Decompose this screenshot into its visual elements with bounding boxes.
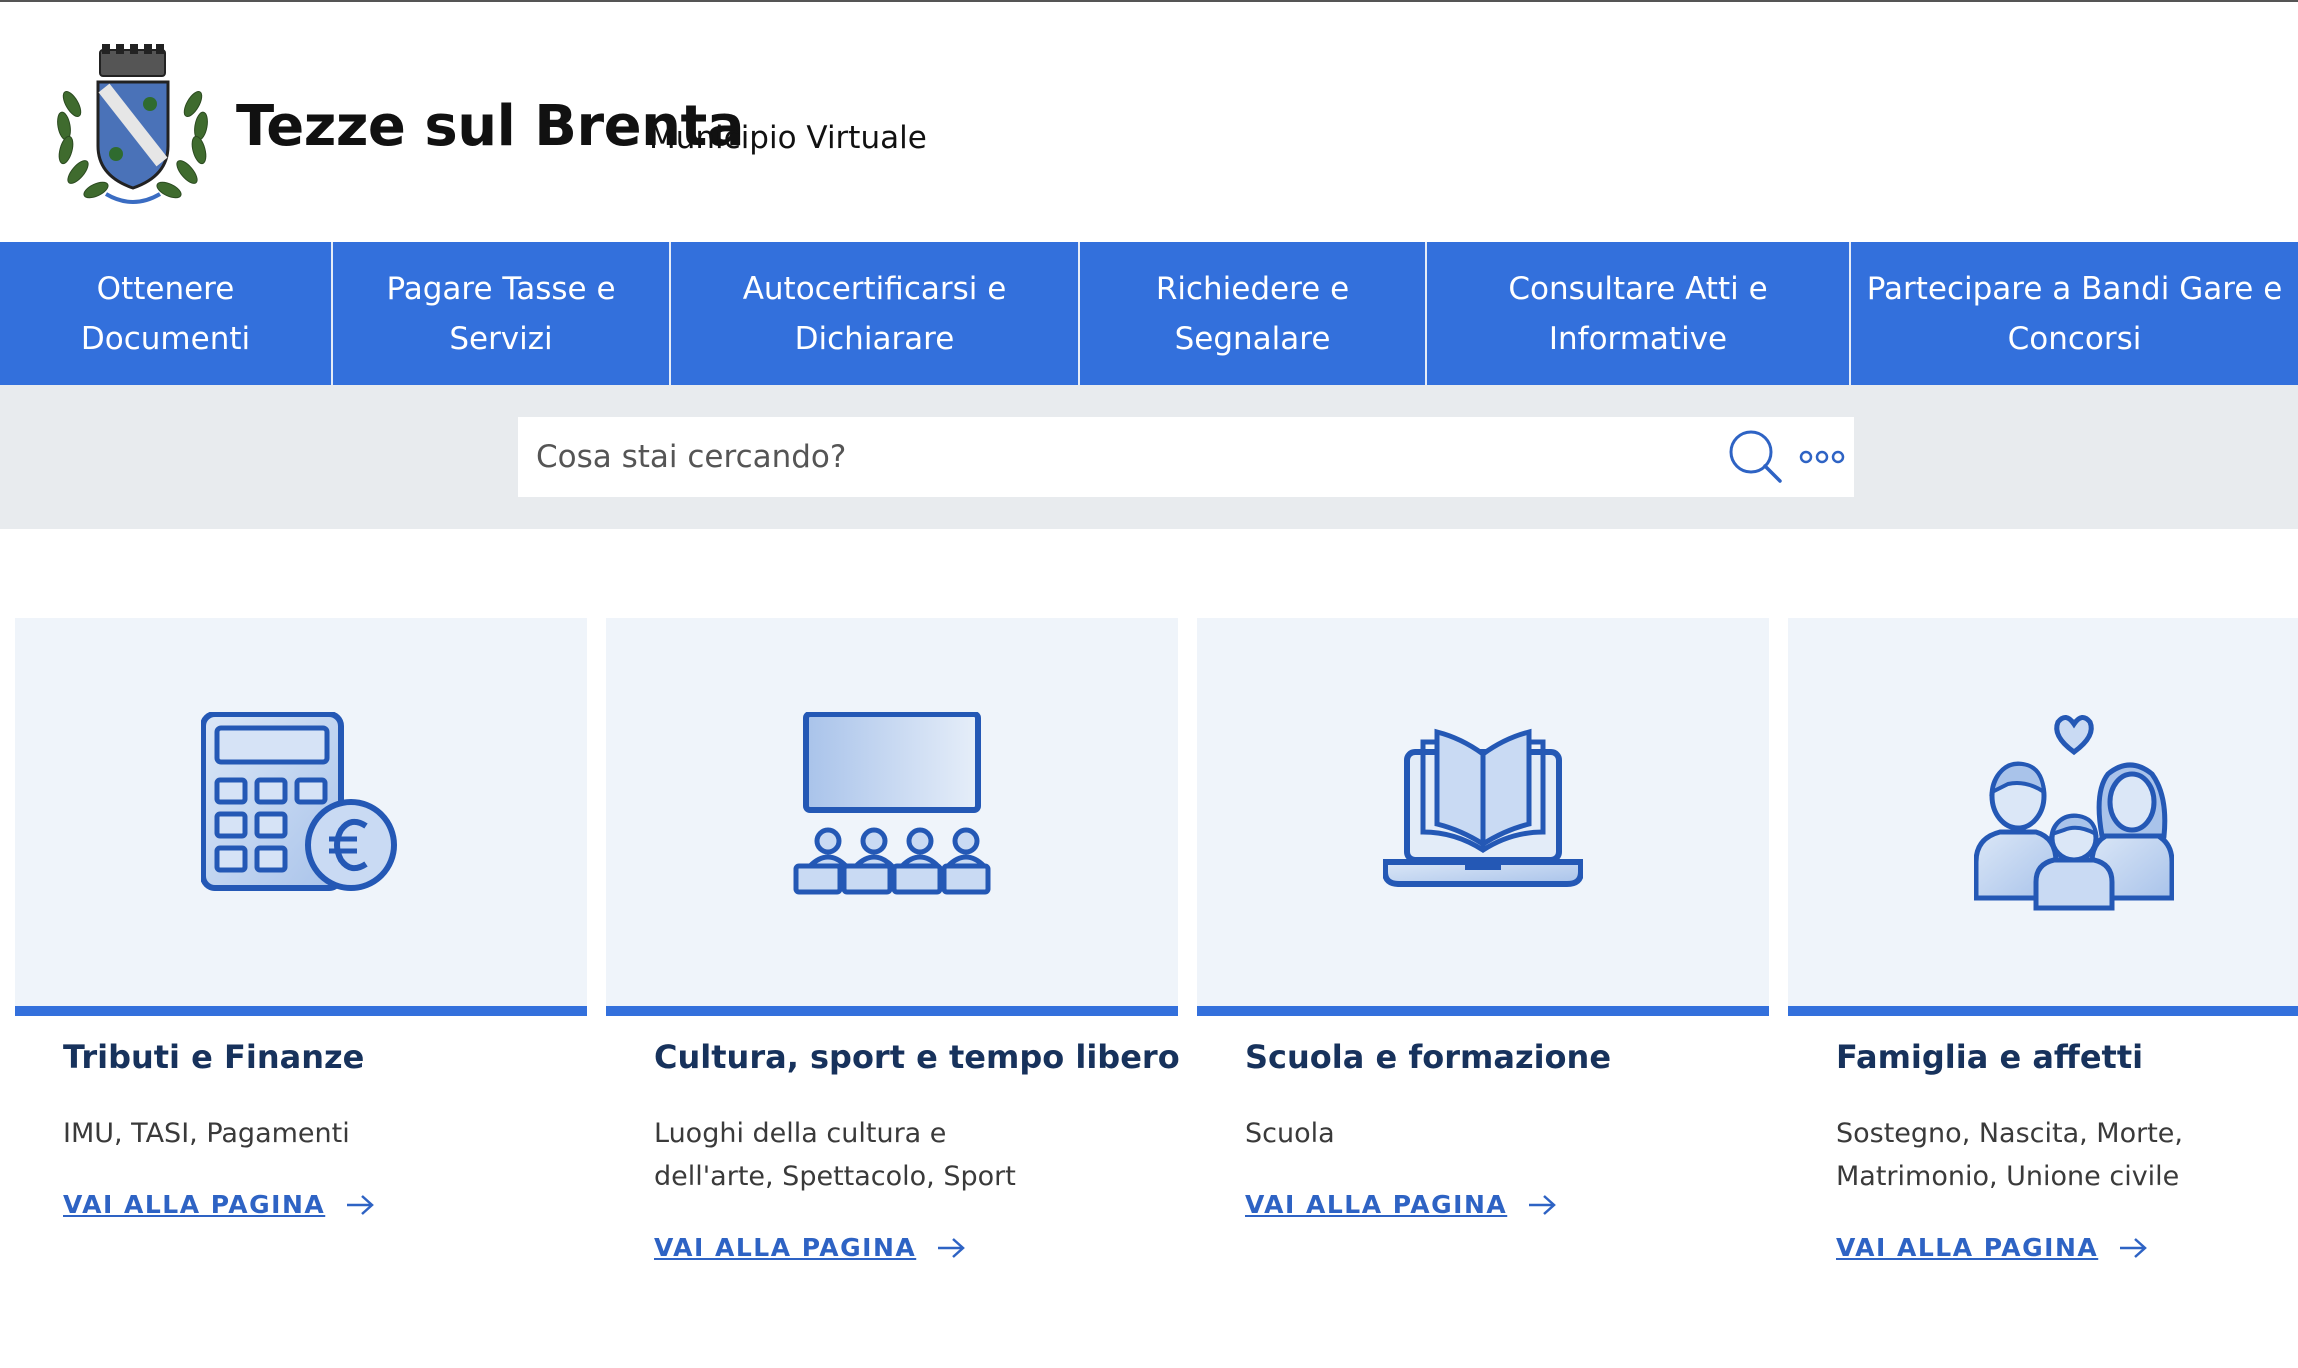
card-accent-bar bbox=[606, 1006, 1178, 1016]
nav-item-label-line1: Pagare Tasse e bbox=[386, 270, 616, 307]
nav-item-autocertificarsi[interactable]: Autocertificarsi e Dichiarare bbox=[671, 242, 1080, 385]
nav-item-label-line2: Segnalare bbox=[1174, 320, 1331, 357]
nav-item-label-line1: Ottenere bbox=[96, 270, 235, 307]
card-image-area bbox=[1788, 618, 2298, 1006]
search-box bbox=[518, 417, 1854, 497]
main-navigation: Ottenere Documenti Pagare Tasse e Servizi … bbox=[0, 242, 2298, 385]
card-link-vai-alla-pagina[interactable]: VAI ALLA PAGINA bbox=[63, 1190, 375, 1219]
card-title[interactable]: Tributi e Finanze bbox=[63, 1038, 364, 1076]
card-link-label: VAI ALLA PAGINA bbox=[1245, 1190, 1508, 1219]
search-icon[interactable] bbox=[1726, 427, 1786, 487]
card-accent-bar bbox=[1788, 1006, 2298, 1016]
nav-item-label-line1: Autocertificarsi e bbox=[742, 270, 1007, 307]
nav-item-label-line2: Documenti bbox=[80, 320, 251, 357]
nav-item-label-line2: Servizi bbox=[449, 320, 553, 357]
card-link-vai-alla-pagina[interactable]: VAI ALLA PAGINA bbox=[1245, 1190, 1557, 1219]
family-heart-icon bbox=[1974, 715, 2174, 911]
card-link-label: VAI ALLA PAGINA bbox=[63, 1190, 326, 1219]
nav-item-pagare-tasse[interactable]: Pagare Tasse e Servizi bbox=[333, 242, 671, 385]
nav-item-ottenere-documenti[interactable]: Ottenere Documenti bbox=[0, 242, 333, 385]
category-card-cultura: Cultura, sport e tempo libero Luoghi del… bbox=[606, 618, 1180, 1262]
card-title[interactable]: Cultura, sport e tempo libero bbox=[654, 1038, 1180, 1076]
nav-item-consultare-atti[interactable]: Consultare Atti e Informative bbox=[1427, 242, 1851, 385]
nav-item-label-line2: Dichiarare bbox=[794, 320, 955, 357]
search-section bbox=[0, 385, 2298, 529]
nav-item-label-line1: Richiedere e bbox=[1155, 270, 1350, 307]
site-subtitle: Municipio Virtuale bbox=[649, 120, 927, 156]
card-image-area bbox=[15, 618, 587, 1006]
card-link-vai-alla-pagina[interactable]: VAI ALLA PAGINA bbox=[1836, 1233, 2148, 1262]
card-link-vai-alla-pagina[interactable]: VAI ALLA PAGINA bbox=[654, 1233, 966, 1262]
nav-item-richiedere-segnalare[interactable]: Richiedere e Segnalare bbox=[1080, 242, 1427, 385]
card-description: Luoghi della cultura e dell'arte, Spetta… bbox=[654, 1118, 1016, 1192]
card-accent-bar bbox=[1197, 1006, 1769, 1016]
nav-item-label-line2: Informative bbox=[1548, 320, 1728, 357]
calculator-euro-icon bbox=[201, 712, 397, 891]
site-header: Tezze sul Brenta Municipio Virtuale bbox=[0, 2, 2298, 242]
card-image-area bbox=[1197, 618, 1769, 1006]
nav-item-label-line2: Concorsi bbox=[2007, 320, 2142, 357]
category-card-scuola: Scuola e formazione Scuola VAI ALLA PAGI… bbox=[1197, 618, 1769, 1258]
laptop-book-icon bbox=[1383, 728, 1583, 887]
nav-item-partecipare-bandi[interactable]: Partecipare a Bandi Gare e Concorsi bbox=[1851, 242, 2298, 385]
card-title[interactable]: Famiglia e affetti bbox=[1836, 1038, 2143, 1076]
card-image-area bbox=[606, 618, 1178, 1006]
card-link-label: VAI ALLA PAGINA bbox=[1836, 1233, 2099, 1262]
category-card-tributi: Tributi e Finanze IMU, TASI, Pagamenti V… bbox=[15, 618, 587, 1258]
more-options-icon[interactable] bbox=[1798, 439, 1846, 475]
card-description: Sostegno, Nascita, Morte, Matrimonio, Un… bbox=[1836, 1118, 2184, 1192]
arrow-right-icon bbox=[938, 1237, 966, 1258]
municipal-crest-logo[interactable] bbox=[50, 44, 215, 212]
card-description: IMU, TASI, Pagamenti bbox=[63, 1118, 350, 1149]
nav-item-label-line1: Partecipare a Bandi Gare e bbox=[1866, 270, 2283, 307]
arrow-right-icon bbox=[347, 1194, 375, 1215]
arrow-right-icon bbox=[2120, 1237, 2148, 1258]
card-title[interactable]: Scuola e formazione bbox=[1245, 1038, 1611, 1076]
search-input[interactable] bbox=[518, 417, 1698, 497]
card-link-label: VAI ALLA PAGINA bbox=[654, 1233, 917, 1262]
category-card-famiglia: Famiglia e affetti Sostegno, Nascita, Mo… bbox=[1788, 618, 2298, 1262]
cinema-audience-icon bbox=[793, 712, 991, 895]
card-accent-bar bbox=[15, 1006, 587, 1016]
card-description: Scuola bbox=[1245, 1118, 1335, 1149]
arrow-right-icon bbox=[1529, 1194, 1557, 1215]
nav-item-label-line1: Consultare Atti e bbox=[1508, 270, 1768, 307]
